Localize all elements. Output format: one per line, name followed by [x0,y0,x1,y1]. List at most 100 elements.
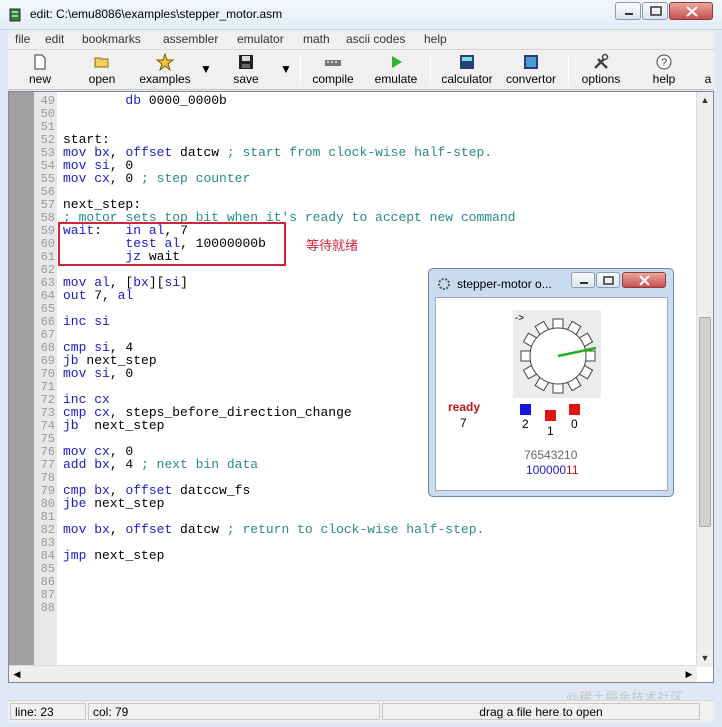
maximize-icon [603,276,614,285]
calculator-icon [460,55,474,69]
compile-label: compile [312,72,354,86]
code-line[interactable]: 53 mov bx, offset datcw ; start from cloc… [34,146,694,160]
convertor-icon [524,55,538,69]
annotation-label: 等待就绪 [306,238,359,253]
open-label: open [88,72,116,86]
save-dropdown-icon[interactable]: ▼ [280,62,292,76]
code-text: mov si, 0 [63,366,134,381]
horizontal-scrollbar[interactable]: ◀ ▶ [9,665,697,682]
menu-ascii-codes[interactable]: ascii codes [346,32,405,46]
open-folder-icon [94,57,109,68]
code-text: jmp next_step [63,548,165,563]
ready-value: 7 [460,416,467,430]
pin-0-indicator [569,404,580,415]
examples-label: examples [139,72,191,86]
code-text: out 7, al [63,288,134,303]
menu-emulator[interactable]: emulator [237,32,284,46]
maximize-button[interactable] [642,2,668,20]
scroll-down-icon[interactable]: ▼ [697,650,713,667]
calculator-label: calculator [441,72,493,86]
menu-bookmarks[interactable]: bookmarks [82,32,141,46]
code-line[interactable]: 82 mov bx, offset datcw ; return to clock… [34,522,694,537]
new-label: new [28,72,51,86]
minimize-icon [625,13,633,15]
code-line[interactable]: 55 mov cx, 0 ; step counter [34,171,694,186]
code-line[interactable]: 88 [34,601,694,615]
star-icon [156,53,174,71]
tools-icon [594,53,609,69]
code-line[interactable]: 84 jmp next_step [34,548,694,563]
convertor-label: convertor [505,72,557,86]
motor-minimize-button[interactable] [571,272,595,288]
scroll-right-icon[interactable]: ▶ [681,666,697,682]
examples-button[interactable]: examples [134,50,196,90]
bit-values-high: 100000 [526,463,567,477]
code-line[interactable]: 51 [34,120,694,134]
bit-values-low: 11 [566,463,579,477]
code-text: mov cx, 0 ; step counter [63,171,251,186]
minimize-button[interactable] [615,2,641,20]
pin-2-indicator [520,404,531,415]
menu-help[interactable]: help [424,32,447,46]
emulate-label: emulate [374,72,418,86]
scroll-up-icon[interactable]: ▲ [697,92,713,109]
close-icon [639,275,650,286]
options-button[interactable]: options [576,50,626,90]
code-line[interactable]: 86 [34,575,694,589]
toolbar-separator [300,54,301,86]
save-button[interactable]: save [228,50,264,90]
toolbar-separator [568,54,569,86]
motor-close-button[interactable] [622,272,666,288]
menu-file[interactable]: file [15,32,30,46]
close-button[interactable] [669,2,713,20]
close-icon [686,6,698,17]
code-text: jbe next_step [63,496,165,511]
pin-2-label: 2 [522,417,529,431]
scroll-thumb[interactable] [699,317,711,527]
options-label: options [581,72,621,86]
code-line[interactable]: 85 [34,562,694,576]
calculator-button[interactable]: calculator [436,50,498,90]
code-line[interactable]: 80 jbe next_step [34,496,694,511]
bookmark-strip[interactable] [9,92,34,682]
compile-button[interactable]: compile [307,50,359,90]
code-text: mov bx, offset datcw ; return to clock-w… [63,522,485,537]
pin-1-label: 1 [547,424,554,438]
status-line: line: 23 [10,703,86,720]
about-label: a [704,72,712,86]
motor-window-icon [438,278,450,290]
svg-text:?: ? [661,57,667,69]
line-number: 88 [40,601,55,615]
new-file-icon [34,54,46,70]
menu-edit[interactable]: edit [45,32,64,46]
emulate-button[interactable]: emulate [370,50,422,90]
help-button[interactable]: ? help [644,50,684,90]
menu-assembler[interactable]: assembler [163,32,218,46]
code-line[interactable]: 87 [34,588,694,602]
help-label: help [652,72,676,86]
code-text: inc si [63,314,110,329]
code-line[interactable]: 50 [34,107,694,121]
motor-pointer-label: -> [515,313,524,324]
code-line[interactable]: 49 db 0000_0000b [34,93,694,108]
new-button[interactable]: new [20,50,60,90]
stepper-motor-window[interactable]: stepper-motor o... -> ready 7 2 1 0 7654… [428,268,674,497]
vertical-scrollbar[interactable]: ▲ ▼ [696,92,713,667]
convertor-button[interactable]: convertor [500,50,562,90]
motor-icon: -> [515,313,597,394]
toolbar: new open examples ▼ save ▼ compile emula… [8,50,714,90]
status-hint: drag a file here to open [382,703,700,720]
scroll-left-icon[interactable]: ◀ [9,666,25,682]
menu-bar: file edit bookmarks assembler emulator m… [8,30,714,50]
about-button[interactable]: a [702,50,714,90]
motor-maximize-button[interactable] [596,272,620,288]
play-icon [392,56,402,68]
examples-dropdown-icon[interactable]: ▼ [200,62,212,76]
title-bar: edit: C:\emu8086\examples\stepper_motor.… [0,0,722,30]
code-text: add bx, 4 ; next bin data [63,457,259,472]
status-bar: line: 23 col: 79 drag a file here to ope… [8,700,714,722]
stepper-motor-graphic: -> [513,310,601,398]
code-text: db 0000_0000b [125,93,227,108]
menu-math[interactable]: math [303,32,330,46]
open-button[interactable]: open [82,50,122,90]
